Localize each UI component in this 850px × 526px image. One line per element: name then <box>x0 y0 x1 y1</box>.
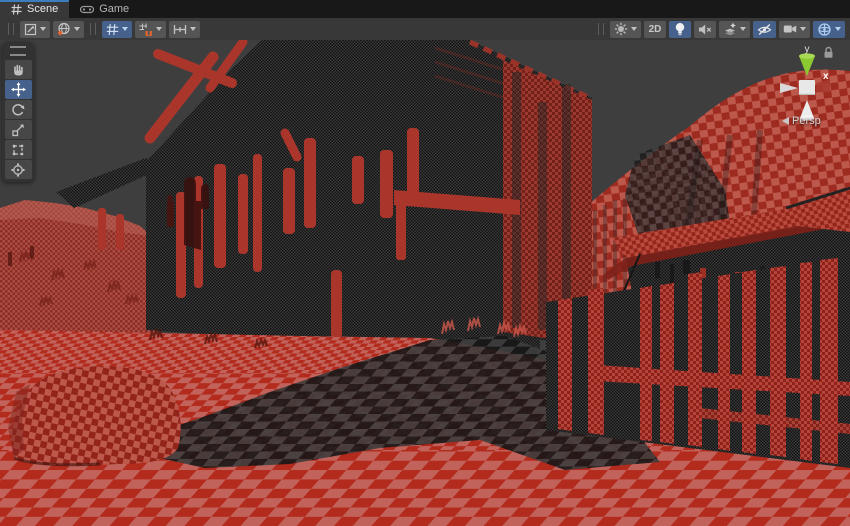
lock-icon[interactable] <box>823 46 834 59</box>
gizmos-icon <box>817 22 832 37</box>
pivot-center-icon <box>24 23 37 36</box>
effects-button[interactable] <box>719 21 750 38</box>
transform-tool-icon <box>11 163 25 177</box>
chevron-down-icon <box>74 27 80 31</box>
2d-toggle-button[interactable]: 2D <box>644 21 666 38</box>
gizmo-y-axis-cone[interactable] <box>799 56 815 76</box>
scene-visibility-button[interactable] <box>753 21 776 38</box>
snap-increment-icon <box>173 23 187 36</box>
unity-editor-scene-view: { "colors": { "accent_blue": "#45618c", … <box>0 0 850 526</box>
chevron-down-icon <box>631 27 637 31</box>
camera-settings-button[interactable] <box>779 21 810 38</box>
lighting-toggle-button[interactable] <box>669 21 691 38</box>
fence-post <box>588 288 604 435</box>
gizmo-y-label[interactable]: y <box>805 44 810 55</box>
chevron-down-icon <box>835 27 841 31</box>
scene-tab-icon <box>11 4 22 15</box>
modified-dot <box>58 31 62 35</box>
game-tab-icon <box>80 4 94 14</box>
effects-icon <box>723 22 737 36</box>
chevron-down-icon <box>122 27 128 31</box>
scene-viewport-canvas[interactable]: y x Persp <box>0 40 850 526</box>
pivot-center-button[interactable] <box>20 21 50 38</box>
snap-increment-button[interactable] <box>169 21 200 38</box>
chevron-down-icon <box>156 27 162 31</box>
rotate-tool-button[interactable] <box>5 100 32 119</box>
tab-bar: Scene Game <box>0 0 850 18</box>
draw-mode-button[interactable] <box>610 21 641 38</box>
magnet-shape <box>146 31 152 36</box>
gizmos-button[interactable] <box>813 21 845 38</box>
gizmo-center-cube[interactable] <box>799 80 815 95</box>
grid-visibility-button[interactable] <box>102 21 132 38</box>
global-orientation-icon <box>57 22 71 36</box>
tab-scene[interactable]: Scene <box>0 0 69 18</box>
overlay-drag-handle[interactable] <box>8 23 14 35</box>
hand-tool-icon <box>11 63 25 77</box>
projection-indicator[interactable]: Persp <box>782 115 821 127</box>
tab-game[interactable]: Game <box>69 0 140 18</box>
scene-visibility-icon <box>757 23 772 36</box>
2d-label: 2D <box>649 24 662 35</box>
snap-to-grid-icon <box>139 23 153 36</box>
persp-axis-cone-icon <box>782 117 789 125</box>
gizmo-west-cone[interactable] <box>780 83 798 93</box>
palette-drag-handle[interactable] <box>10 46 26 56</box>
move-tool-icon <box>11 82 26 97</box>
lighting-icon <box>674 22 686 36</box>
chevron-down-icon <box>800 27 806 31</box>
scene-view-toolbar: 2D <box>0 18 850 40</box>
chevron-down-icon <box>190 27 196 31</box>
hand-tool-button[interactable] <box>5 60 32 79</box>
rect-tool-button[interactable] <box>5 140 32 159</box>
move-tool-button[interactable] <box>5 80 32 99</box>
scale-tool-button[interactable] <box>5 120 32 139</box>
gizmo-x-label[interactable]: x <box>823 71 829 82</box>
persp-label: Persp <box>792 115 821 127</box>
draw-mode-debug-icon <box>614 22 628 36</box>
audio-mute-icon <box>698 23 712 36</box>
scene-render <box>0 40 850 526</box>
tab-game-label: Game <box>99 3 129 15</box>
chevron-down-icon <box>740 27 746 31</box>
overlay-drag-handle[interactable] <box>90 23 96 35</box>
transform-tool-button[interactable] <box>5 160 32 179</box>
snap-to-grid-button[interactable] <box>135 21 166 38</box>
rect-tool-icon <box>11 143 25 157</box>
camera-icon <box>783 23 797 35</box>
overlay-drag-handle[interactable] <box>598 23 604 35</box>
global-orientation-button[interactable] <box>53 21 84 38</box>
tools-overlay-palette <box>2 42 34 182</box>
rotate-tool-icon <box>11 103 25 117</box>
tab-scene-label: Scene <box>27 3 58 15</box>
fence-post <box>688 272 702 447</box>
grid-visibility-icon <box>106 23 119 36</box>
scale-tool-icon <box>11 123 25 137</box>
audio-toggle-button[interactable] <box>694 21 716 38</box>
chevron-down-icon <box>40 27 46 31</box>
